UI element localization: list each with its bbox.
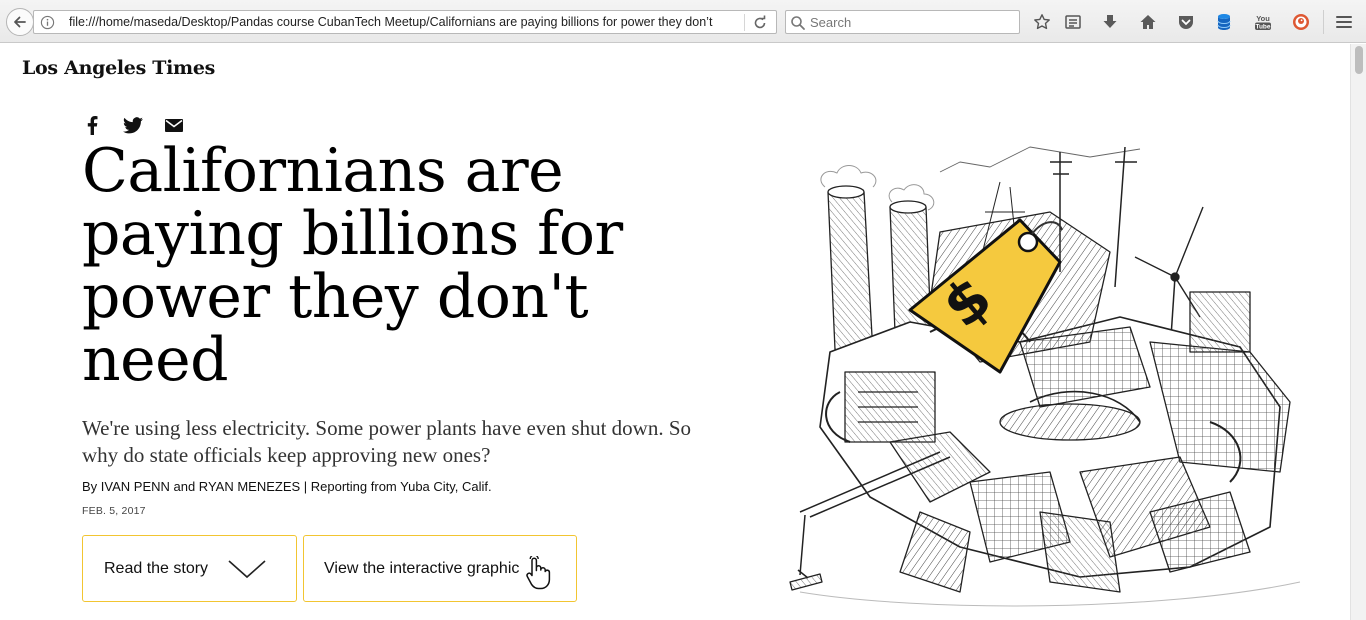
pocket-icon[interactable] <box>1175 11 1197 33</box>
search-icon <box>791 16 805 30</box>
page-content: Los Angeles Times Californians are payin… <box>0 44 1350 620</box>
youtube-icon[interactable]: You Tube <box>1252 11 1274 33</box>
search-input[interactable]: Search <box>785 10 1020 34</box>
article-date: FEB. 5, 2017 <box>82 505 146 517</box>
power-plant-illustration: $ <box>789 146 1301 607</box>
url-divider <box>744 14 745 31</box>
article-dek: We're using less electricity. Some power… <box>82 416 692 467</box>
star-icon[interactable] <box>1031 11 1053 33</box>
search-placeholder: Search <box>810 15 852 30</box>
publication-logo[interactable]: Los Angeles Times <box>22 57 215 79</box>
hand-pointer-icon <box>526 555 551 589</box>
duckduckgo-icon[interactable] <box>1290 11 1312 33</box>
browser-toolbar: file:///home/maseda/Desktop/Pandas cours… <box>0 0 1366 43</box>
back-arrow-icon <box>14 16 26 28</box>
back-button[interactable] <box>6 8 34 36</box>
interactive-graphic-button[interactable]: View the interactive graphic <box>303 535 577 602</box>
mail-icon[interactable] <box>163 114 185 136</box>
article-headline: Californians are paying billions for pow… <box>82 136 623 395</box>
download-icon[interactable] <box>1099 11 1121 33</box>
reading-list-icon[interactable] <box>1062 11 1084 33</box>
url-text: file:///home/maseda/Desktop/Pandas cours… <box>69 15 713 29</box>
svg-text:Tube: Tube <box>1255 24 1270 31</box>
home-icon[interactable] <box>1137 11 1159 33</box>
chevron-down-icon <box>228 559 266 578</box>
facebook-icon[interactable] <box>81 114 103 136</box>
article-byline: By IVAN PENN and RYAN MENEZES | Reportin… <box>82 479 492 494</box>
menu-icon[interactable] <box>1333 11 1355 33</box>
vertical-scrollbar[interactable] <box>1350 44 1366 620</box>
read-story-label: Read the story <box>104 559 209 577</box>
interactive-graphic-label: View the interactive graphic <box>324 559 520 577</box>
read-story-button[interactable]: Read the story <box>82 535 297 602</box>
scrollbar-thumb[interactable] <box>1355 46 1363 74</box>
url-bar[interactable]: file:///home/maseda/Desktop/Pandas cours… <box>33 10 777 34</box>
toolbar-divider <box>1323 10 1324 34</box>
info-icon[interactable] <box>40 15 55 30</box>
svg-text:You: You <box>1256 14 1270 23</box>
twitter-icon[interactable] <box>122 114 144 136</box>
reload-icon[interactable] <box>751 14 769 32</box>
database-icon[interactable] <box>1213 11 1235 33</box>
